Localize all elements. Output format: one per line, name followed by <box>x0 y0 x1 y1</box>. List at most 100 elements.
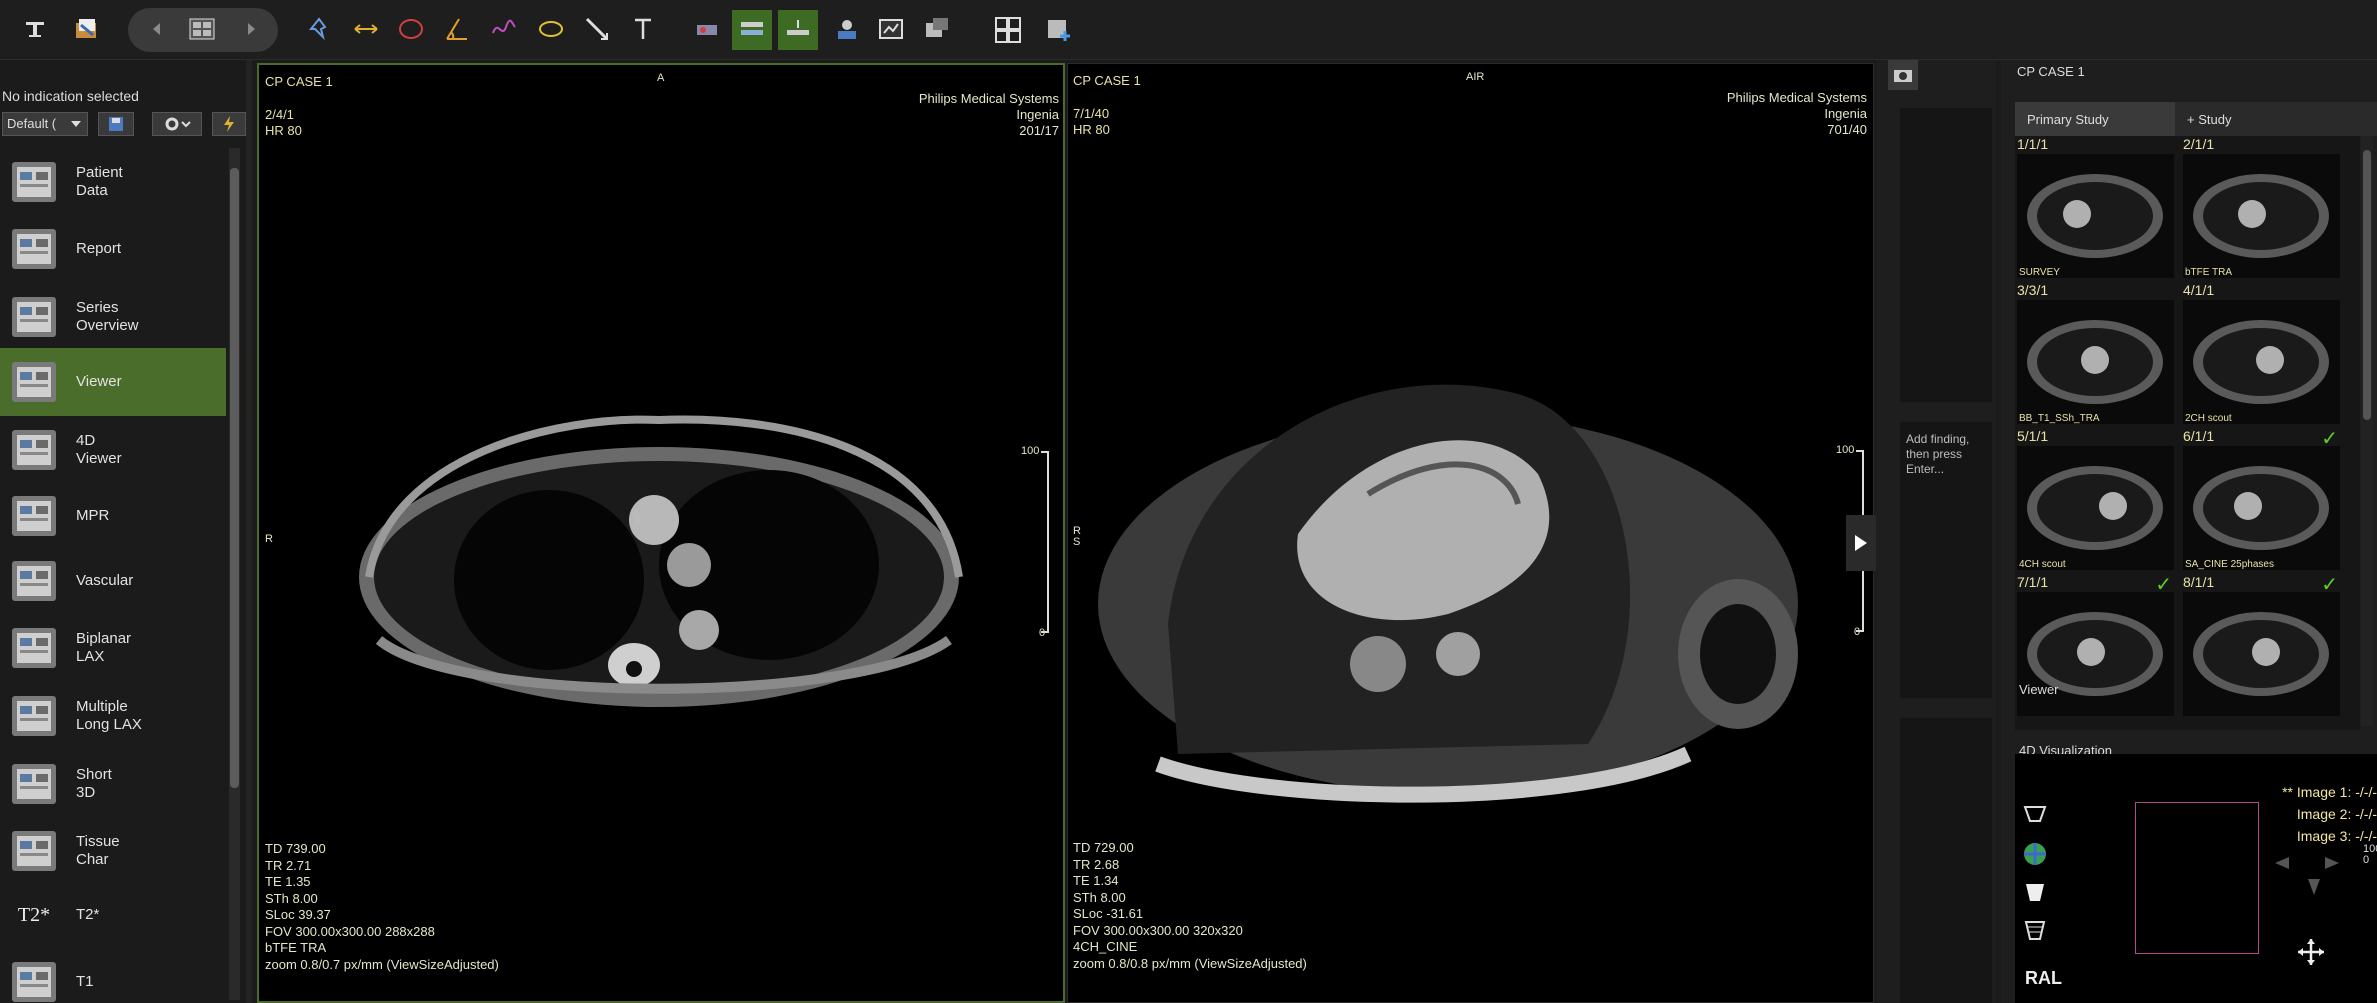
image-1-info: ** Image 1: -/-/- <box>2282 784 2377 800</box>
line-icon[interactable] <box>580 12 614 46</box>
task-4d-viewer[interactable]: 4D Viewer <box>0 416 226 484</box>
sync-icon[interactable] <box>732 10 772 50</box>
stack-icon[interactable] <box>2019 914 2051 946</box>
task-label: Patient Data <box>76 164 123 199</box>
param-tr: TR 2.71 <box>265 857 312 873</box>
scissors-icon[interactable] <box>690 12 724 46</box>
layout-icon[interactable] <box>185 12 219 46</box>
text-tool-icon[interactable] <box>626 12 660 46</box>
series-thumbnail[interactable]: 2/1/1 bTFE TRA <box>2183 136 2340 278</box>
rotate-down-icon[interactable] <box>2301 874 2327 900</box>
settings-button[interactable] <box>152 112 202 136</box>
ellipse-icon[interactable] <box>394 12 428 46</box>
task-label: Report <box>76 240 122 257</box>
vendor-name: Philips Medical Systems <box>918 91 1059 106</box>
task-t1[interactable]: T1 <box>0 948 226 1003</box>
image-2-info: Image 2: -/-/- <box>2296 806 2377 822</box>
capture-icon[interactable] <box>920 12 954 46</box>
angle-icon[interactable] <box>440 12 474 46</box>
export-icon[interactable] <box>830 12 864 46</box>
move-icon[interactable] <box>2293 934 2329 970</box>
short-3d-icon <box>6 756 62 812</box>
quick-action-button[interactable] <box>212 112 246 136</box>
task-multiple-long-lax[interactable]: Multiple Long LAX <box>0 682 226 750</box>
task-label: T2* <box>76 906 100 923</box>
vascular-icon <box>6 553 62 609</box>
param-sloc: SLoc 39.37 <box>265 907 331 922</box>
rotate-left-icon[interactable] <box>2267 850 2293 876</box>
task-label: T1 <box>76 973 94 990</box>
task-tissue-char[interactable]: Tissue Char <box>0 817 226 885</box>
findings-column: Add finding, then press Enter... <box>1876 60 1996 1003</box>
preset-value: Default ( <box>7 116 57 131</box>
thumbnail-label: 5/1/1 <box>2017 428 2049 444</box>
viewport-4ch[interactable]: CP CASE 1 AIR R S 7/1/40 HR 80 Philips M… <box>1067 63 1874 1003</box>
param-tr: TR 2.68 <box>1073 856 1120 872</box>
series-thumbnail[interactable]: 8/1/1 ✓ <box>2183 574 2340 716</box>
param-sth: STh 8.00 <box>265 890 318 906</box>
rotate-right-icon[interactable] <box>2321 850 2347 876</box>
param-te: TE 1.35 <box>265 874 311 889</box>
thumbnail-label: 3/3/1 <box>2017 282 2049 298</box>
cursor-icon <box>635 509 642 529</box>
distance-icon[interactable] <box>349 12 383 46</box>
pin-icon[interactable] <box>302 12 336 46</box>
task-short-3d[interactable]: Short 3D <box>0 750 226 818</box>
intensity-scale <box>1037 451 1049 633</box>
series-thumbnail[interactable]: 6/1/1 SA_CINE 25phases ✓ <box>2183 428 2340 570</box>
save-preset-button[interactable] <box>98 112 134 136</box>
monitor-icon[interactable] <box>18 12 52 46</box>
series-thumbnail[interactable]: 5/1/1 4CH scout <box>2017 428 2174 570</box>
thumbnail-image <box>2017 592 2174 716</box>
biplanar-lax-icon <box>6 620 62 676</box>
thumbnail-caption: 2CH scout <box>2185 413 2232 424</box>
sync-series-icon[interactable] <box>778 10 818 50</box>
viz-scale-label: 100 0 <box>2363 843 2377 866</box>
image-index: 701/40 <box>1827 122 1867 137</box>
prev-icon[interactable] <box>140 12 174 46</box>
folder-icon[interactable] <box>70 12 104 46</box>
task-viewer[interactable]: Viewer <box>0 348 226 416</box>
add-viewport-icon[interactable] <box>1042 12 1076 46</box>
next-icon[interactable] <box>234 12 268 46</box>
preset-dropdown[interactable]: Default ( <box>2 112 88 136</box>
volume-icon[interactable] <box>2019 798 2051 830</box>
task-list: Patient Data Report Series Overview Viewer 4… <box>0 148 228 1003</box>
task-label: 4D Viewer <box>76 432 122 467</box>
viewport-axial[interactable]: CP CASE 1 A R 2/4/1 HR 80 Philips Medica… <box>257 63 1065 1003</box>
task-patient-data[interactable]: Patient Data <box>0 148 226 216</box>
grid-layout-icon[interactable] <box>988 10 1028 50</box>
case-name: CP CASE 1 <box>265 74 333 89</box>
task-biplanar-lax[interactable]: Biplanar LAX <box>0 614 226 682</box>
screen-icon[interactable] <box>874 12 908 46</box>
expand-panel-button[interactable] <box>1846 515 1876 571</box>
thumbnail-scrollbar[interactable] <box>2361 136 2373 726</box>
t1-icon <box>6 954 62 1003</box>
task-vascular[interactable]: Vascular <box>0 547 226 615</box>
globe-icon[interactable] <box>2019 838 2051 870</box>
series-thumbnail[interactable]: 3/3/1 BB_T1_SSh_TRA <box>2017 282 2174 424</box>
acquisition-params: TD 729.00 TR 2.68 TE 1.34 STh 8.00 SLoc … <box>1073 840 1307 972</box>
snapshot-button[interactable] <box>1888 60 1918 90</box>
circle-icon[interactable] <box>534 12 568 46</box>
param-zoom: zoom 0.8/0.8 px/mm (ViewSizeAdjusted) <box>1073 955 1307 971</box>
tab-primary-study[interactable]: Primary Study <box>2015 102 2175 136</box>
model-name: Ingenia <box>1824 106 1867 121</box>
task-report[interactable]: Report <box>0 215 226 283</box>
task-list-scrollbar[interactable] <box>229 148 240 1000</box>
series-thumbnail[interactable]: 4/1/1 2CH scout <box>2183 282 2340 424</box>
case-title: CP CASE 1 <box>2017 64 2085 79</box>
t2-star-icon: T2* <box>17 903 51 926</box>
task-series-overview[interactable]: Series Overview <box>0 283 226 351</box>
freehand-icon[interactable] <box>487 12 521 46</box>
series-thumbnail[interactable]: 1/1/1 SURVEY <box>2017 136 2174 278</box>
scrollbar-thumb[interactable] <box>230 168 239 788</box>
task-mpr[interactable]: MPR <box>0 482 226 550</box>
tab-add-study[interactable]: + Study <box>2175 102 2377 136</box>
task-t2-star[interactable]: T2* T2* <box>0 881 226 949</box>
scrollbar-thumb[interactable] <box>2363 150 2371 420</box>
panel-splitter[interactable] <box>246 60 252 1003</box>
thumbnail-label: 8/1/1 <box>2183 574 2215 590</box>
thumbnail-label: 6/1/1 <box>2183 428 2215 444</box>
cup-icon[interactable] <box>2019 876 2051 908</box>
